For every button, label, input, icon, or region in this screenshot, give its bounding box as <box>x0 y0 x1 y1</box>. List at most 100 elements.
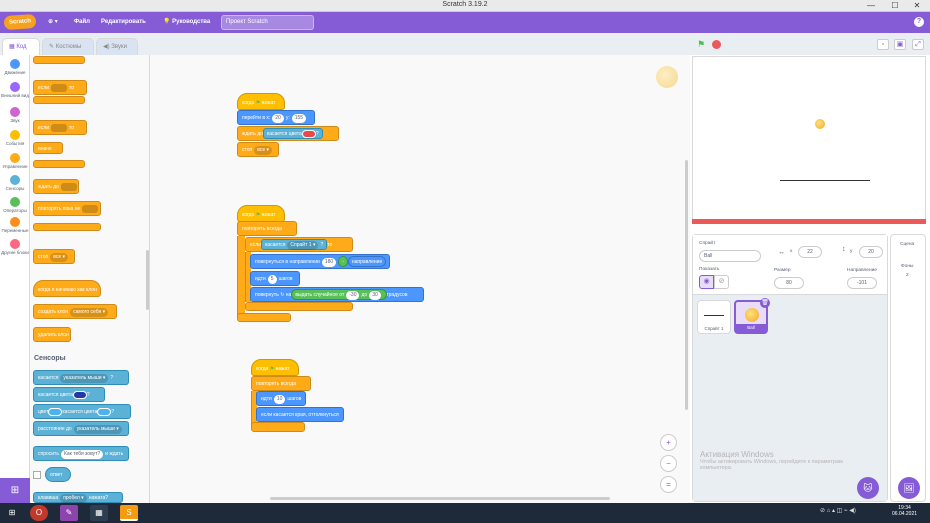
script2-when-flag-clicked[interactable]: когда ⚑ нажат <box>237 205 285 222</box>
touching-reporter[interactable]: касается Спрайт 1 ▾? <box>261 239 328 250</box>
palette-create-clone[interactable]: создать клон самого себя ▾ <box>33 304 117 319</box>
zoom-out-button[interactable]: − <box>660 455 677 472</box>
palette-if-then[interactable]: если то <box>33 80 87 95</box>
category-operators[interactable]: Операторы <box>0 195 30 217</box>
random-to-input[interactable]: 30 <box>369 291 381 300</box>
ball-sprite[interactable] <box>815 119 825 129</box>
minus-operator[interactable]: - <box>338 256 348 267</box>
script2-point-in-direction[interactable]: повернуться в направлении 180 - направление <box>250 254 390 269</box>
random-from-input[interactable]: -30 <box>346 291 360 300</box>
palette-block-end[interactable] <box>33 56 85 64</box>
clock[interactable]: 19:34 06.04.2021 <box>892 505 917 517</box>
category-sound[interactable]: Звук <box>0 105 30 127</box>
color-swatch[interactable] <box>72 390 87 399</box>
category-sensing[interactable]: Сенсоры <box>0 173 30 195</box>
sprite-dropdown[interactable]: Спрайт 1 ▾ <box>287 241 319 250</box>
palette-color-touching-color[interactable]: цвет касается цвета? <box>33 404 131 419</box>
clone-dropdown[interactable]: самого себя ▾ <box>70 308 109 317</box>
workspace-horizontal-scrollbar[interactable] <box>270 497 610 500</box>
touching-color-reporter[interactable]: касается цвета? <box>262 128 323 139</box>
delete-sprite-icon[interactable]: 🗑 <box>760 298 770 308</box>
paddle-sprite[interactable] <box>780 180 870 181</box>
x-input[interactable]: 22 <box>798 246 822 258</box>
steps-input[interactable]: 5 <box>267 275 277 284</box>
stop-button[interactable] <box>712 40 721 49</box>
direction-input[interactable]: 180 <box>321 258 337 267</box>
hide-eye-icon[interactable]: ⊘ <box>714 275 729 289</box>
category-events[interactable]: События <box>0 128 30 150</box>
palette-touching[interactable]: касается указатель мыши ▾? <box>33 370 129 385</box>
palette-distance[interactable]: расстояние до указатель мыши ▾ <box>33 421 129 436</box>
script2-move-steps[interactable]: идти 5 шагов <box>250 271 300 286</box>
palette-scrollbar[interactable] <box>146 250 149 310</box>
category-motion[interactable]: Движение <box>0 57 30 79</box>
category-my-blocks[interactable]: Другие блоки <box>0 237 30 259</box>
script3-bounce[interactable]: если касается края, оттолкнуться <box>256 407 344 422</box>
x-input[interactable]: 20 <box>272 114 284 123</box>
edit-menu[interactable]: Редактировать <box>101 12 146 33</box>
zoom-reset-button[interactable]: = <box>660 476 677 493</box>
script2-turn[interactable]: повернуть ↻ на выдать случайное от -30 до 30… <box>250 287 424 302</box>
palette-delete-clone[interactable]: удалить клон <box>33 327 71 342</box>
minimize-button[interactable]: — <box>860 0 882 12</box>
answer-checkbox[interactable] <box>33 471 41 479</box>
script3-move-steps[interactable]: идти 10 шагов <box>256 391 306 406</box>
script1-goto-xy[interactable]: перейти в x: 20 y: 155 <box>237 110 315 125</box>
palette-ask[interactable]: спросить Как тебя зовут? и ждать <box>33 446 129 461</box>
app-icon[interactable]: ✎ <box>60 505 78 521</box>
file-menu[interactable]: Файл <box>74 12 90 33</box>
tab-sounds[interactable]: ◀) Звуки <box>96 38 138 55</box>
distance-dropdown[interactable]: указатель мыши ▾ <box>73 425 122 434</box>
direction-input[interactable]: -101 <box>847 277 877 289</box>
key-dropdown[interactable]: пробел ▾ <box>60 494 87 503</box>
palette-stop[interactable]: стоп все ▾ <box>33 249 75 264</box>
workspace-vertical-scrollbar[interactable] <box>685 160 688 410</box>
color-swatch[interactable] <box>48 407 63 416</box>
zoom-in-button[interactable]: + <box>660 434 677 451</box>
category-control[interactable]: Управление <box>0 151 30 173</box>
scratch-logo[interactable]: Scratch <box>3 13 37 31</box>
script2-if-then[interactable]: если касается Спрайт 1 ▾? то <box>245 237 353 252</box>
sprite-thumbnail[interactable]: Спрайт 1 <box>697 300 731 334</box>
palette-touching-color[interactable]: касается цвета? <box>33 387 105 402</box>
help-icon[interactable]: ? <box>914 17 924 27</box>
tab-code[interactable]: ▦ Код <box>2 38 40 56</box>
scratch-taskbar-icon[interactable]: S <box>120 505 138 521</box>
tray-icons[interactable]: ⊘ ⌂ ▴ ◫ ⌁ ◀) <box>820 507 856 514</box>
palette-if-else[interactable]: если то <box>33 120 87 135</box>
palette-wait-until[interactable]: ждать до <box>33 179 79 194</box>
y-input[interactable]: 20 <box>859 246 883 258</box>
opera-icon[interactable]: O <box>30 505 48 521</box>
size-input[interactable]: 80 <box>774 277 804 289</box>
green-flag-button[interactable]: ⚑ <box>697 40 707 49</box>
color-swatch[interactable] <box>97 407 112 416</box>
script3-forever[interactable]: повторять всегда <box>251 376 311 391</box>
palette-key-pressed[interactable]: клавиша пробел ▾ нажата? <box>33 492 123 503</box>
language-menu[interactable]: ⊕ ▾ <box>48 12 58 33</box>
add-extension-button[interactable]: ⊞ <box>0 478 30 503</box>
category-looks[interactable]: Внешний вид <box>0 80 30 102</box>
ask-input[interactable]: Как тебя зовут? <box>60 450 104 459</box>
direction-reporter[interactable]: направление <box>347 256 387 267</box>
y-input[interactable]: 155 <box>291 114 307 123</box>
choose-sprite-button[interactable]: 🐱 <box>857 477 879 499</box>
stage-canvas[interactable] <box>692 56 926 222</box>
palette-clone-start[interactable]: когда я начинаю как клон <box>33 280 101 297</box>
tutorials-menu[interactable]: 💡 Руководства <box>163 12 210 33</box>
stop-dropdown[interactable]: все ▾ <box>254 146 273 155</box>
palette-repeat-until[interactable]: повторять пока не <box>33 201 101 216</box>
palette-answer[interactable]: ответ <box>45 467 71 482</box>
close-window-button[interactable]: ✕ <box>906 0 928 12</box>
touching-dropdown[interactable]: указатель мыши ▾ <box>60 374 109 383</box>
script1-when-flag-clicked[interactable]: когда ⚑ нажат <box>237 93 285 110</box>
color-swatch[interactable] <box>301 129 316 138</box>
tab-costumes[interactable]: ✎ Костюмы <box>42 38 94 55</box>
choose-backdrop-button[interactable]: 🖼 <box>898 477 920 499</box>
category-variables[interactable]: Переменные <box>0 215 30 237</box>
small-stage-button[interactable]: ▫ <box>877 39 889 50</box>
project-name-input[interactable]: Проект Scratch <box>221 15 314 30</box>
script-workspace[interactable] <box>150 55 690 503</box>
app-icon[interactable]: ▦ <box>90 505 108 521</box>
script1-stop[interactable]: стоп все ▾ <box>237 142 279 157</box>
maximize-button[interactable]: ☐ <box>884 0 906 12</box>
